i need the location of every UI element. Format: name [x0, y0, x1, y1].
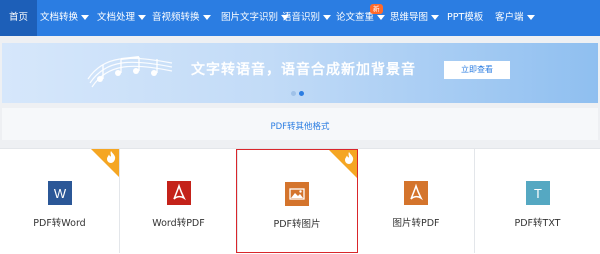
top-nav: 首页 文档转换 文档处理 音视频转换 图片文字识别 语音识别 论文查重 新 思维…	[0, 0, 600, 36]
card-pdf-to-word[interactable]: W PDF转Word	[0, 149, 120, 253]
nav-client[interactable]: 客户端	[495, 0, 535, 36]
card-label: Word转PDF	[152, 218, 205, 229]
nav-doc-process-label: 文档处理	[97, 12, 136, 23]
nav-ocr-label: 图片文字识别	[221, 12, 279, 23]
banner-headline: 文字转语音，语音合成新加背景音	[191, 62, 416, 78]
carousel-dot-2[interactable]	[299, 91, 304, 96]
nav-doc-process[interactable]: 文档处理	[97, 0, 147, 36]
nav-doc-convert[interactable]: 文档转换	[40, 0, 90, 36]
nav-ppt-label: PPT模板	[447, 12, 484, 23]
image-icon	[285, 182, 309, 206]
pdf-other-formats-link[interactable]: PDF转其他格式	[270, 122, 329, 132]
nav-ocr[interactable]: 图片文字识别	[221, 0, 290, 36]
carousel-dot-1[interactable]	[291, 91, 296, 96]
svg-text:W: W	[53, 186, 66, 201]
card-label: PDF转图片	[273, 219, 321, 230]
nav-home-label: 首页	[8, 12, 28, 23]
chevron-down-icon	[431, 15, 440, 20]
music-notes-icon	[87, 56, 173, 88]
word-icon: W	[47, 181, 72, 205]
pdf-icon	[404, 181, 428, 205]
nav-speech[interactable]: 语音识别	[282, 0, 332, 36]
card-word-to-pdf[interactable]: Word转PDF	[120, 149, 238, 253]
chevron-down-icon	[526, 15, 535, 20]
nav-av-convert[interactable]: 音视频转换	[152, 0, 211, 36]
nav-ppt[interactable]: PPT模板	[447, 0, 483, 36]
pdf-other-formats-bar: PDF转其他格式	[2, 108, 598, 140]
nav-doc-convert-label: 文档转换	[40, 12, 79, 23]
flame-icon	[107, 151, 116, 163]
view-now-button[interactable]: 立即查看	[444, 61, 510, 79]
svg-text:T: T	[534, 186, 542, 201]
flame-icon	[345, 152, 354, 164]
card-pdf-to-image[interactable]: PDF转图片	[236, 149, 358, 253]
promo-banner[interactable]: 文字转语音，语音合成新加背景音 立即查看	[2, 43, 598, 103]
nav-plagiarism-label: 论文查重	[336, 12, 375, 23]
nav-av-convert-label: 音视频转换	[152, 12, 200, 23]
card-pdf-to-txt[interactable]: T PDF转TXT	[475, 149, 600, 253]
nav-speech-label: 语音识别	[282, 12, 321, 23]
card-label: 图片转PDF	[392, 218, 440, 229]
pdf-icon	[166, 181, 191, 205]
card-label: PDF转Word	[33, 218, 86, 229]
chevron-down-icon	[202, 15, 211, 20]
txt-icon: T	[525, 181, 550, 205]
nav-mindmap[interactable]: 思维导图	[390, 0, 440, 36]
chevron-down-icon	[81, 15, 90, 20]
chevron-down-icon	[377, 15, 386, 20]
new-badge: 新	[370, 4, 383, 14]
chevron-down-icon	[138, 15, 147, 20]
tool-cards: W PDF转Word Word转PDF PDF转图片 图片转PDF T PDF转…	[0, 148, 600, 254]
nav-home[interactable]: 首页	[0, 0, 37, 36]
card-image-to-pdf[interactable]: 图片转PDF	[358, 149, 475, 253]
nav-mindmap-label: 思维导图	[390, 12, 429, 23]
card-label: PDF转TXT	[514, 218, 561, 229]
nav-client-label: 客户端	[495, 12, 524, 23]
chevron-down-icon	[323, 15, 332, 20]
